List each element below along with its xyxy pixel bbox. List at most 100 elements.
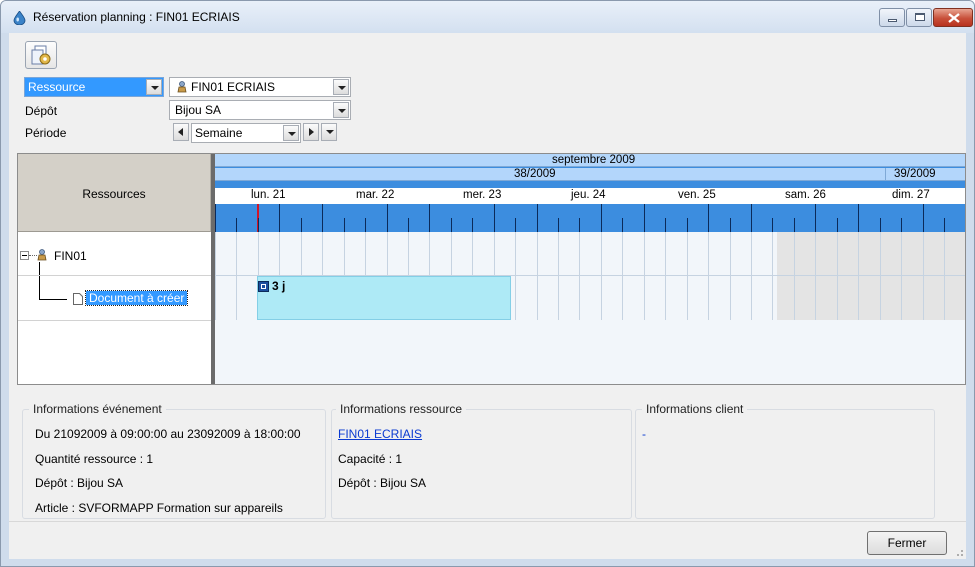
event-quantity: Quantité ressource : 1	[35, 452, 154, 466]
week-label: 38/2009	[514, 168, 556, 180]
grid-column-line	[236, 232, 237, 320]
close-button[interactable]: Fermer	[867, 531, 947, 555]
resources-column-header: Ressources	[18, 154, 211, 232]
hour-tick	[794, 218, 795, 232]
event-info-group: Informations événement Du 21092009 à 09:…	[22, 402, 326, 519]
maximize-button[interactable]	[906, 8, 932, 27]
depot-select[interactable]: Bijou SA	[169, 100, 351, 120]
period-options-button[interactable]	[321, 123, 337, 141]
planning-grid: Ressources FIN01 Document à créer septem…	[17, 153, 966, 385]
tree-connector	[39, 262, 40, 300]
minimize-button[interactable]	[879, 8, 905, 27]
periode-label: Période	[25, 126, 67, 140]
bottom-bar	[9, 521, 966, 559]
resource-select[interactable]: FIN01 ECRIAIS	[169, 77, 351, 97]
type-select-value: Ressource	[28, 80, 86, 94]
client-area: Ressource FIN01 ECRIAIS Dépôt Bijou SA P…	[9, 33, 966, 559]
grid-column-line	[708, 232, 709, 320]
row-separator	[18, 320, 215, 321]
resource-dropdown-button[interactable]	[333, 79, 349, 95]
grid-column-line	[772, 232, 773, 320]
tree-root-label[interactable]: FIN01	[54, 249, 87, 263]
depot-label: Dépôt	[25, 104, 58, 118]
grid-column-line	[644, 232, 645, 320]
hour-tick	[815, 204, 816, 232]
hour-tick	[429, 204, 430, 232]
chevron-down-icon	[338, 109, 346, 113]
month-row: septembre 2009	[215, 154, 965, 167]
hour-tick	[901, 218, 902, 232]
app-droplet-icon	[13, 11, 26, 25]
week-row: 38/2009 39/2009	[215, 168, 965, 181]
depot-select-value: Bijou SA	[175, 103, 222, 117]
grid-column-line	[837, 232, 838, 320]
day-label: mer. 23	[463, 189, 502, 201]
grid-column-line	[215, 232, 216, 320]
hour-tick	[558, 218, 559, 232]
chevron-down-icon	[288, 132, 296, 136]
person-icon	[37, 249, 47, 261]
resource-capacity: Capacité : 1	[338, 452, 403, 466]
event-type-icon	[258, 281, 269, 292]
grid-column-line	[515, 232, 516, 320]
timeline-grid: 3 j	[215, 232, 965, 320]
window: Réservation planning : FIN01 ECRIAIS Res…	[0, 0, 975, 567]
day-label: jeu. 24	[571, 189, 606, 201]
timeline-header: septembre 2009 38/2009 39/2009 lun. 21 m…	[215, 154, 966, 232]
hour-tick	[537, 204, 538, 232]
resize-grip-icon[interactable]	[954, 547, 964, 557]
tree-expander[interactable]	[20, 251, 29, 260]
event-info-title: Informations événement	[29, 402, 166, 416]
day-label: ven. 25	[678, 189, 716, 201]
close-window-button[interactable]	[933, 8, 973, 27]
grid-column-line	[687, 232, 688, 320]
type-dropdown-button[interactable]	[146, 79, 162, 95]
resource-depot: Dépôt : Bijou SA	[338, 476, 427, 490]
type-select[interactable]: Ressource	[24, 77, 164, 97]
reservation-event[interactable]: 3 j	[257, 276, 511, 320]
grid-column-line	[944, 232, 945, 320]
hour-tick	[258, 218, 259, 232]
hour-tick	[880, 218, 881, 232]
grid-column-line	[601, 232, 602, 320]
event-duration-label: 3 j	[272, 279, 286, 293]
close-icon	[948, 13, 960, 23]
grid-column-line	[751, 232, 752, 320]
periode-dropdown-button[interactable]	[283, 125, 299, 141]
resource-link[interactable]: FIN01 ECRIAIS	[338, 427, 422, 441]
depot-dropdown-button[interactable]	[333, 102, 349, 118]
client-value[interactable]: -	[642, 427, 646, 441]
chevron-down-icon	[151, 86, 159, 90]
grid-column-line	[923, 232, 924, 320]
resources-tree: FIN01 Document à créer	[18, 232, 211, 384]
next-period-button[interactable]	[303, 123, 319, 141]
hour-tick	[923, 204, 924, 232]
day-label: mar. 22	[356, 189, 395, 201]
weekend-shading	[777, 232, 965, 320]
minimize-icon	[888, 19, 897, 22]
hour-tick	[387, 204, 388, 232]
event-dates: Du 21092009 à 09:00:00 au 23092009 à 18:…	[35, 427, 301, 441]
periode-select-value: Semaine	[195, 126, 243, 140]
hour-tick	[687, 218, 688, 232]
hour-tick	[730, 218, 731, 232]
tree-child-label[interactable]: Document à créer	[84, 290, 189, 306]
hour-tick	[665, 218, 666, 232]
document-icon	[73, 293, 83, 305]
event-article: Article : SVFORMAPP Formation sur appare…	[35, 501, 283, 515]
hour-tick	[965, 218, 966, 232]
hour-tick	[622, 218, 623, 232]
grid-column-line	[901, 232, 902, 320]
toolbar-action-button[interactable]	[25, 41, 57, 69]
timeline-empty-area	[215, 320, 965, 384]
person-icon	[177, 81, 187, 93]
chevron-right-icon	[309, 128, 314, 136]
hour-tick	[322, 204, 323, 232]
tree-connector	[29, 255, 37, 256]
periode-select[interactable]: Semaine	[191, 123, 301, 143]
window-title: Réservation planning : FIN01 ECRIAIS	[33, 10, 240, 24]
resource-select-value: FIN01 ECRIAIS	[191, 80, 276, 94]
tree-connector	[39, 299, 67, 300]
chevron-left-icon	[178, 128, 183, 136]
previous-period-button[interactable]	[173, 123, 189, 141]
